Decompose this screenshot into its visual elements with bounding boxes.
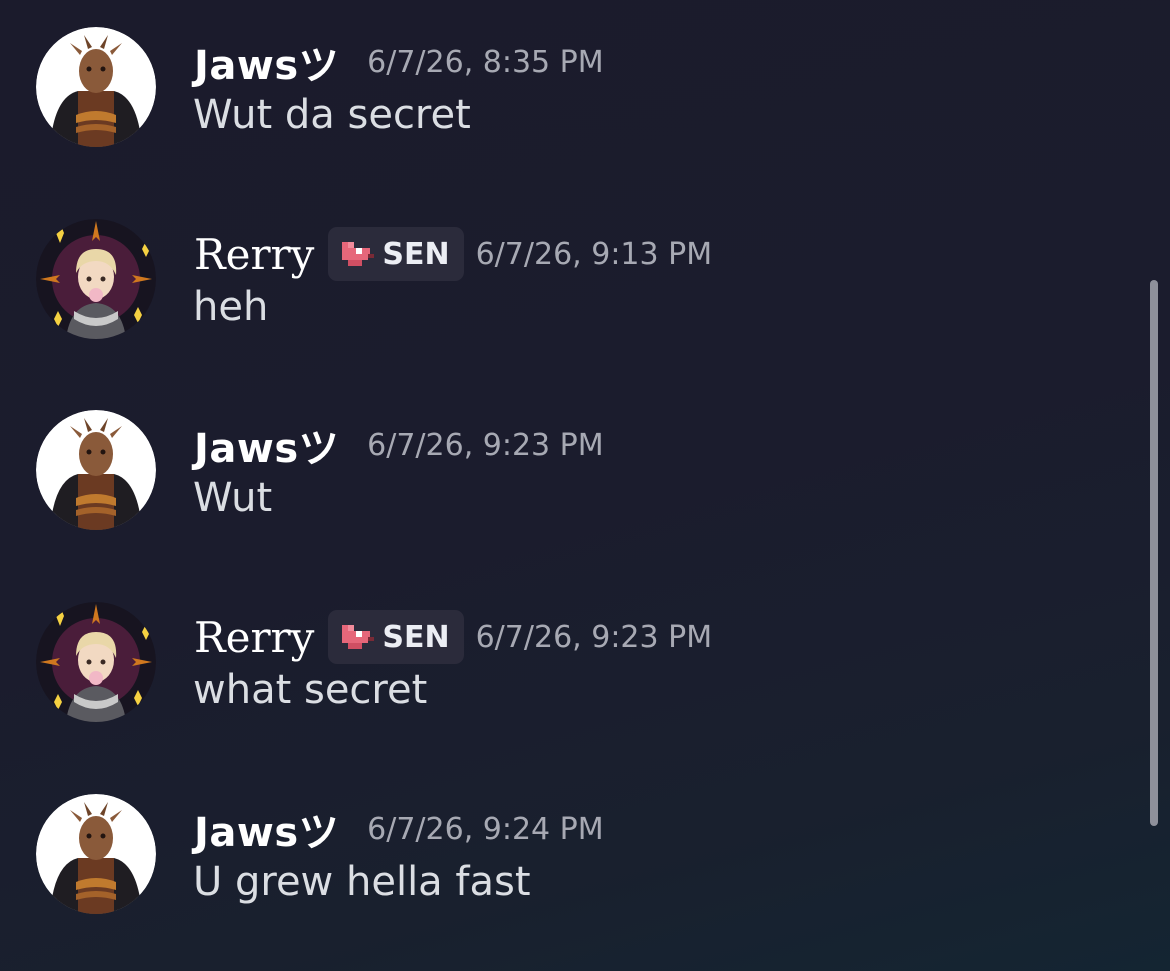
message-header: Rerry SEN 6/7/26, 9:23 PM: [194, 609, 712, 665]
avatar-jaws[interactable]: [36, 27, 156, 147]
message-item[interactable]: Rerry SEN 6/7/26, 9:13 PM heh: [0, 192, 1140, 342]
role-tag[interactable]: SEN: [328, 227, 464, 281]
pixel-fox-icon: [338, 238, 376, 270]
message-header: Rerry SEN 6/7/26, 9:13 PM: [194, 226, 712, 282]
role-tag-label: SEN: [382, 619, 450, 655]
message-header: Jawsツ 6/7/26, 8:35 PM: [194, 34, 604, 90]
username[interactable]: Jawsツ: [194, 800, 339, 858]
message-item[interactable]: Jawsツ 6/7/26, 9:23 PM Wut: [0, 383, 1140, 533]
avatar-jaws[interactable]: [36, 410, 156, 530]
role-tag-label: SEN: [382, 236, 450, 272]
message-item[interactable]: Jawsツ 6/7/26, 8:35 PM Wut da secret: [0, 0, 1140, 150]
message-content: Wut: [193, 475, 273, 521]
timestamp: 6/7/26, 9:23 PM: [475, 619, 713, 655]
message-content: Wut da secret: [193, 92, 471, 138]
timestamp: 6/7/26, 8:35 PM: [367, 44, 604, 80]
username[interactable]: Jawsツ: [194, 416, 339, 474]
message-list: Jawsツ 6/7/26, 8:35 PM Wut da secret Rerr…: [0, 0, 1150, 971]
avatar-jaws[interactable]: [36, 794, 156, 914]
message-header: Jawsツ 6/7/26, 9:24 PM: [194, 801, 604, 857]
message-item[interactable]: Jawsツ 6/7/26, 9:24 PM U grew hella fast: [0, 767, 1140, 917]
message-header: Jawsツ 6/7/26, 9:23 PM: [194, 417, 604, 473]
pixel-fox-icon: [338, 621, 376, 653]
message-content: U grew hella fast: [193, 859, 531, 905]
timestamp: 6/7/26, 9:24 PM: [367, 811, 604, 847]
avatar-rerry[interactable]: [36, 602, 156, 722]
username[interactable]: Jawsツ: [194, 33, 339, 91]
timestamp: 6/7/26, 9:13 PM: [475, 236, 713, 272]
message-item[interactable]: Rerry SEN 6/7/26, 9:23 PM what secret: [0, 575, 1140, 725]
role-tag[interactable]: SEN: [328, 610, 464, 664]
scrollbar[interactable]: [1150, 280, 1158, 826]
avatar-rerry[interactable]: [36, 219, 156, 339]
message-content: what secret: [193, 667, 428, 713]
username[interactable]: Rerry: [194, 613, 314, 662]
message-content: heh: [193, 284, 269, 330]
username[interactable]: Rerry: [194, 230, 314, 279]
timestamp: 6/7/26, 9:23 PM: [367, 427, 604, 463]
